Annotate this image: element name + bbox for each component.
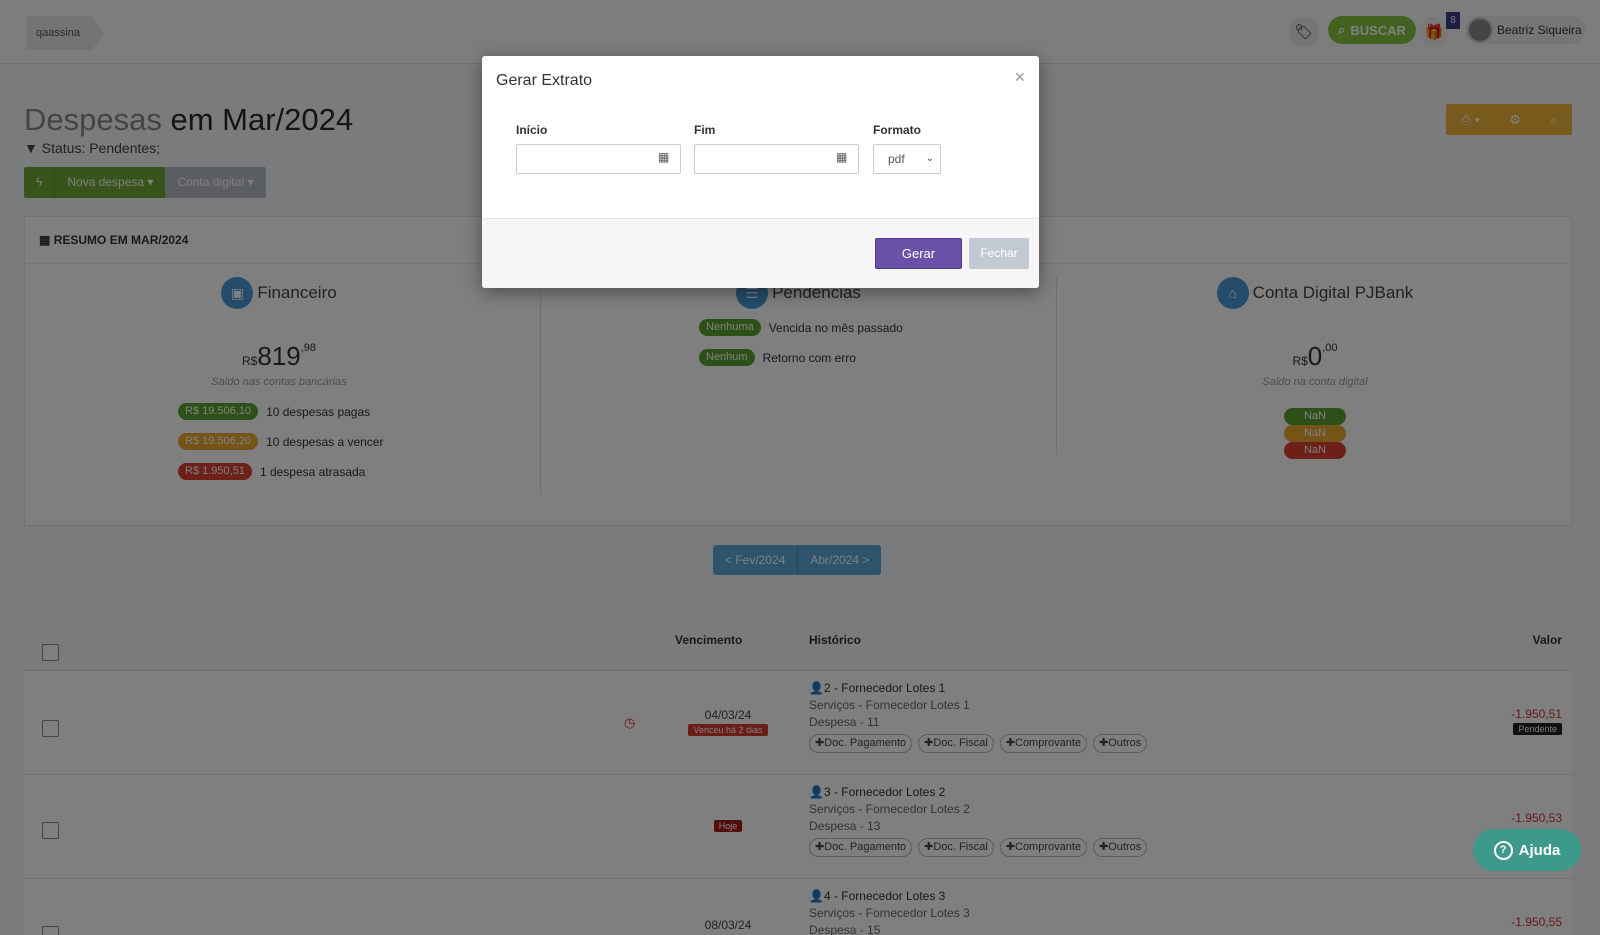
help-label: Ajuda (1518, 841, 1561, 859)
end-label: Fim (694, 123, 716, 137)
extract-modal: Gerar Extrato × Início ▦ Fim ▦ Formato p… (482, 56, 1039, 288)
start-date-input[interactable] (516, 144, 681, 174)
generate-button[interactable]: Gerar (875, 238, 962, 269)
calendar-icon[interactable]: ▦ (658, 150, 669, 164)
chevron-down-icon: ⌄ (925, 153, 934, 164)
close-button[interactable]: Fechar (969, 238, 1029, 269)
format-select[interactable]: pdf ⌄ (873, 144, 941, 174)
calendar-icon[interactable]: ▦ (836, 150, 847, 164)
format-label: Formato (873, 123, 921, 137)
start-label: Início (516, 123, 548, 137)
modal-title: Gerar Extrato (496, 72, 593, 89)
close-icon[interactable]: × (1014, 67, 1025, 88)
question-icon: ? (1493, 840, 1513, 860)
end-date-input[interactable] (694, 144, 859, 174)
format-value: pdf (888, 152, 905, 166)
help-button[interactable]: ? Ajuda (1473, 829, 1581, 871)
